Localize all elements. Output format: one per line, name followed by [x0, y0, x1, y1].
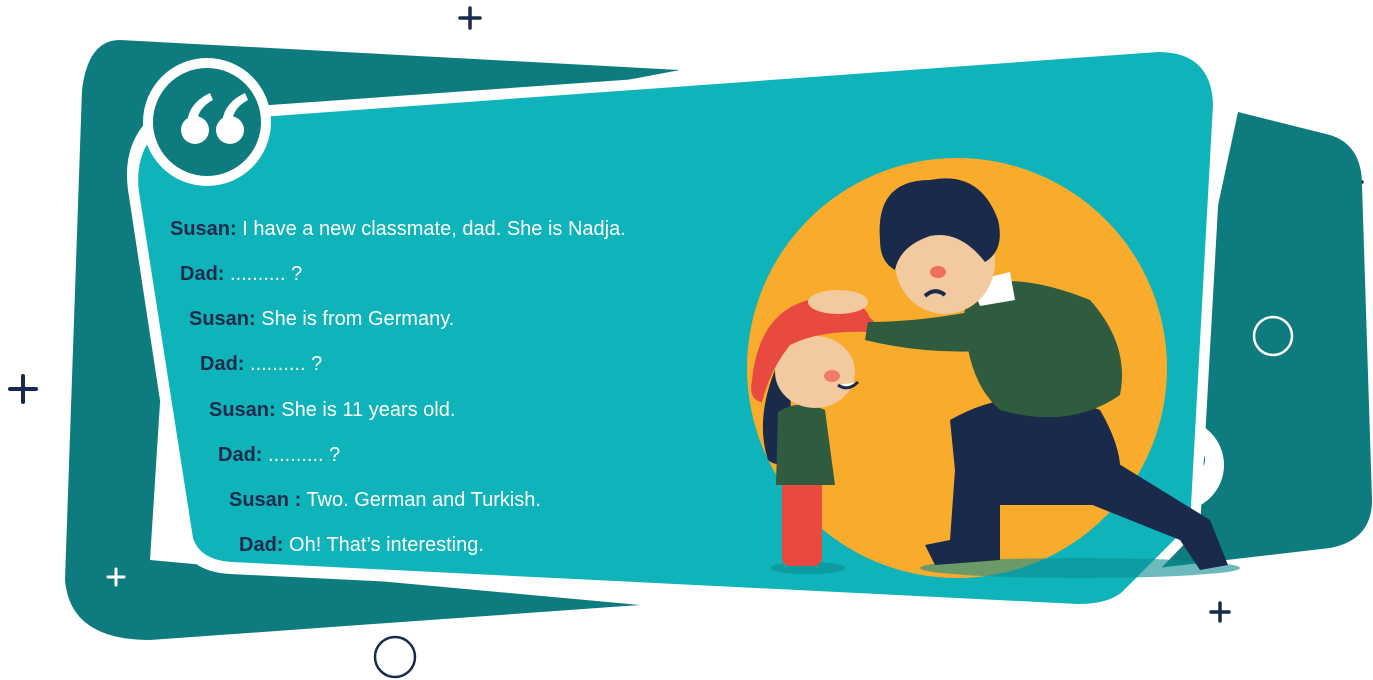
- dialogue-line: Dad: .......... ?: [200, 352, 322, 376]
- dialogue-line: Dad: .......... ?: [180, 262, 302, 286]
- speaker-label: Dad:: [180, 263, 225, 285]
- speech-text: Two. German and Turkish.: [301, 489, 541, 511]
- speaker-label: Dad:: [239, 534, 284, 556]
- speech-text: She is 11 years old.: [275, 399, 456, 421]
- dialogue-line: Susan : Two. German and Turkish.: [229, 488, 541, 512]
- speech-text: She is from Germany.: [255, 308, 455, 330]
- dialogue-line: Dad: .......... ?: [218, 443, 340, 467]
- dialogue-block: Susan: I have a new classmate, dad. She …: [0, 0, 1373, 680]
- dialogue-line: Dad: Oh! That’s interesting.: [239, 533, 484, 557]
- speaker-label: Susan :: [229, 489, 302, 511]
- speech-text: .......... ?: [262, 444, 341, 466]
- speaker-label: Dad:: [218, 444, 263, 466]
- dialogue-line: Susan: I have a new classmate, dad. She …: [170, 217, 626, 241]
- speaker-label: Susan:: [189, 308, 256, 330]
- speech-text: Oh! That’s interesting.: [283, 534, 484, 556]
- dialogue-line: Susan: She is 11 years old.: [209, 398, 455, 422]
- speaker-label: Dad:: [200, 353, 245, 375]
- speech-text: .......... ?: [244, 353, 323, 375]
- dialogue-line: Susan: She is from Germany.: [189, 307, 454, 331]
- speaker-label: Susan:: [170, 218, 237, 240]
- speech-text: .......... ?: [224, 263, 303, 285]
- speaker-label: Susan:: [209, 399, 276, 421]
- speech-text: I have a new classmate, dad. She is Nadj…: [236, 218, 626, 240]
